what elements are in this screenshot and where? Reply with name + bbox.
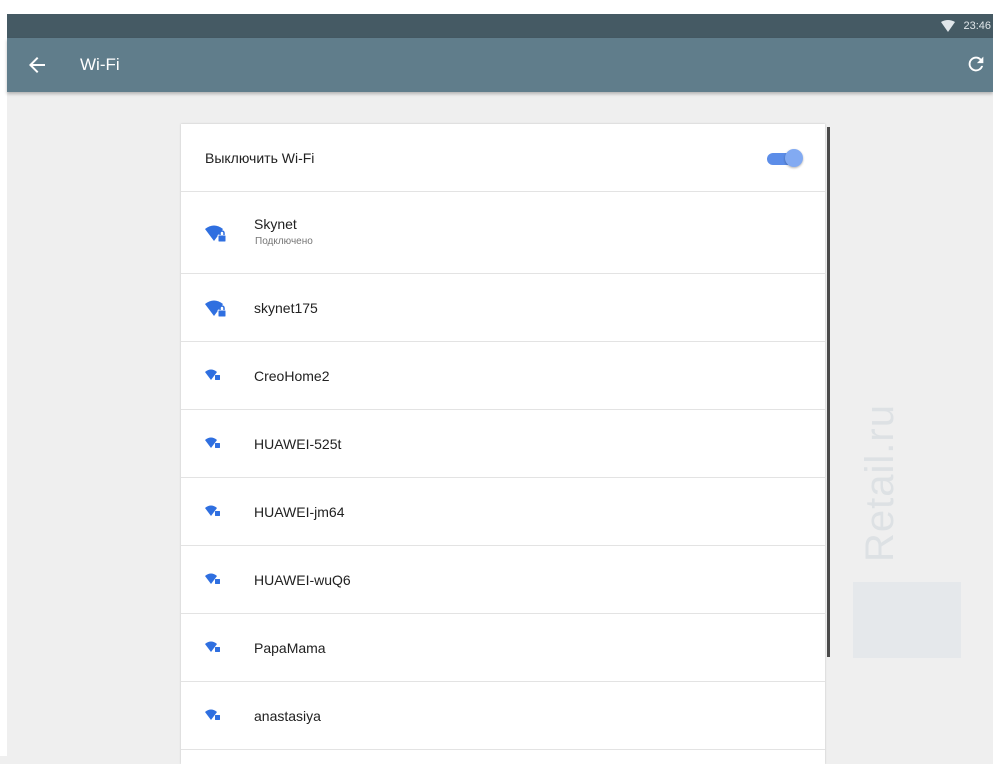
wifi-toggle-switch[interactable] bbox=[765, 149, 803, 167]
wifi-lock-icon bbox=[205, 641, 220, 652]
wifi-icon bbox=[941, 20, 955, 32]
wifi-lock-icon bbox=[205, 369, 220, 380]
network-name: CreoHome2 bbox=[254, 368, 330, 384]
wifi-lock-icon bbox=[205, 225, 227, 243]
network-name: HUAWEI-wuQ6 bbox=[254, 572, 351, 588]
wifi-lock-icon bbox=[205, 709, 220, 720]
network-status: Подключено bbox=[255, 236, 313, 247]
wifi-lock-icon bbox=[205, 573, 220, 584]
network-name: anastasiya bbox=[254, 708, 321, 724]
watermark-text: Retail.ru bbox=[858, 404, 902, 562]
wifi-toggle-label: Выключить Wi-Fi bbox=[205, 150, 315, 166]
network-row-papamama[interactable]: PapaMama bbox=[181, 614, 825, 682]
network-row-skynet175[interactable]: skynet175 bbox=[181, 274, 825, 342]
status-time: 23:46 bbox=[963, 20, 991, 32]
network-row-huawei-525t[interactable]: HUAWEI-525t bbox=[181, 410, 825, 478]
wifi-lock-icon bbox=[205, 505, 220, 516]
watermark-logo bbox=[853, 582, 961, 658]
network-name: HUAWEI-525t bbox=[254, 436, 342, 452]
status-bar: 23:46 bbox=[7, 14, 993, 38]
wifi-toggle-row[interactable]: Выключить Wi-Fi bbox=[181, 124, 825, 192]
list-scrollbar[interactable] bbox=[827, 127, 830, 657]
page-title: Wi-Fi bbox=[80, 55, 120, 74]
network-row-anastasiya[interactable]: anastasiya bbox=[181, 682, 825, 750]
wifi-settings-card: Выключить Wi-Fi Skynet Подключено skynet… bbox=[181, 124, 825, 764]
network-name: HUAWEI-jm64 bbox=[254, 504, 345, 520]
app-bar: Wi-Fi bbox=[7, 38, 993, 92]
left-margin bbox=[0, 0, 7, 756]
network-name: Skynet bbox=[254, 216, 297, 232]
wifi-lock-icon bbox=[205, 300, 227, 318]
network-row-huawei-wuq6[interactable]: HUAWEI-wuQ6 bbox=[181, 546, 825, 614]
network-row-huawei-jm64[interactable]: HUAWEI-jm64 bbox=[181, 478, 825, 546]
arrow-back-icon[interactable] bbox=[25, 53, 49, 77]
network-name: skynet175 bbox=[254, 300, 318, 316]
network-row-skynet[interactable]: Skynet Подключено bbox=[181, 192, 825, 274]
network-name: PapaMama bbox=[254, 640, 326, 656]
switch-thumb bbox=[785, 149, 803, 167]
top-margin bbox=[7, 0, 993, 14]
wifi-lock-icon bbox=[205, 437, 220, 448]
network-row-creohome2[interactable]: CreoHome2 bbox=[181, 342, 825, 410]
refresh-icon[interactable] bbox=[965, 53, 987, 75]
